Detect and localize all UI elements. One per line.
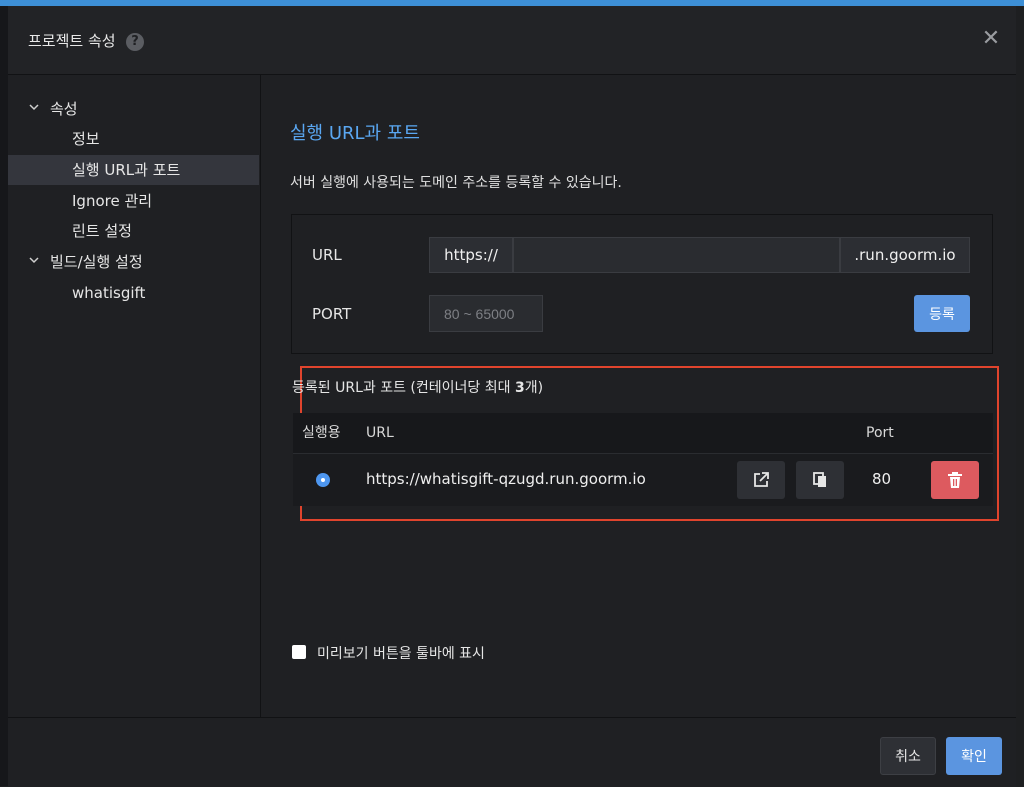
- page-description: 서버 실행에 사용되는 도메인 주소를 등록할 수 있습니다.: [290, 175, 622, 191]
- port-label: PORT: [312, 305, 352, 323]
- close-icon[interactable]: ✕: [980, 28, 1002, 50]
- url-prefix: https://: [429, 237, 513, 273]
- background-editor: [0, 0, 8, 786]
- sidebar-item-label: Ignore 관리: [72, 192, 153, 210]
- run-radio-selected[interactable]: [316, 473, 330, 487]
- url-label: URL: [312, 246, 342, 264]
- sidebar-item-lint[interactable]: 린트 설정: [8, 216, 259, 246]
- url-input[interactable]: [513, 237, 840, 273]
- trash-icon: [948, 472, 962, 488]
- sidebar-group-label: 속성: [50, 100, 78, 118]
- registered-list-title: 등록된 URL과 포트 (컨테이너당 최대 3개): [292, 377, 543, 397]
- sidebar-item-run-url-port[interactable]: 실행 URL과 포트: [8, 155, 259, 185]
- page-title: 실행 URL과 포트: [290, 123, 420, 144]
- question-circle-icon[interactable]: ?: [126, 33, 144, 51]
- sidebar-item-label: 정보: [72, 130, 100, 148]
- open-link-button[interactable]: [737, 461, 785, 499]
- dialog-title: 프로젝트 속성: [28, 32, 116, 50]
- sidebar-item-ignore[interactable]: Ignore 관리: [8, 186, 259, 216]
- sidebar-item-label: whatisgift: [72, 284, 146, 302]
- sidebar-group-properties[interactable]: 속성: [8, 94, 259, 124]
- sidebar-item-label: 실행 URL과 포트: [72, 161, 181, 179]
- preview-toolbar-checkbox[interactable]: [292, 645, 306, 659]
- url-port-form: URL https:// .run.goorm.io PORT 등록: [291, 214, 993, 354]
- column-header-run: 실행용: [302, 425, 341, 441]
- registered-title-prefix: 등록된 URL과 포트 (컨테이너당 최대: [292, 380, 515, 396]
- chevron-down-icon: [28, 94, 42, 124]
- copy-button[interactable]: [796, 461, 844, 499]
- dialog-header: 프로젝트 속성 ? ✕: [8, 6, 1016, 75]
- port-input[interactable]: [429, 295, 543, 332]
- cancel-button[interactable]: 취소: [880, 737, 936, 775]
- registered-title-suffix: 개): [524, 380, 544, 396]
- chevron-down-icon: [28, 247, 42, 277]
- confirm-button[interactable]: 확인: [946, 737, 1002, 775]
- sidebar-item-info[interactable]: 정보: [8, 124, 259, 154]
- project-properties-dialog: 프로젝트 속성 ? ✕ 속성 정보 실행 URL과 포트 Ignore 관리 린…: [8, 6, 1016, 787]
- registered-max-count: 3: [514, 380, 525, 396]
- row-url: https://whatisgift-qzugd.run.goorm.io: [366, 470, 646, 488]
- sidebar-group-label: 빌드/실행 설정: [50, 253, 143, 271]
- table-header: 실행용 URL Port: [293, 413, 993, 453]
- dialog-footer: 취소 확인: [8, 717, 1016, 787]
- column-header-url: URL: [366, 425, 394, 441]
- sidebar-item-whatisgift[interactable]: whatisgift: [8, 278, 259, 308]
- copy-icon: [813, 472, 826, 487]
- external-link-icon: [754, 472, 769, 487]
- column-header-port: Port: [866, 425, 894, 441]
- sidebar-group-build-run[interactable]: 빌드/실행 설정: [8, 247, 259, 277]
- table-row: https://whatisgift-qzugd.run.goorm.io 80: [293, 453, 993, 506]
- url-suffix: .run.goorm.io: [840, 237, 970, 273]
- settings-content: 실행 URL과 포트 서버 실행에 사용되는 도메인 주소를 등록할 수 있습니…: [261, 75, 1016, 717]
- preview-toolbar-label: 미리보기 버튼을 툴바에 표시: [317, 646, 485, 662]
- delete-button[interactable]: [931, 461, 979, 499]
- row-port: 80: [872, 470, 892, 488]
- settings-sidebar: 속성 정보 실행 URL과 포트 Ignore 관리 린트 설정 빌드/실행 설…: [8, 75, 261, 717]
- sidebar-item-label: 린트 설정: [72, 222, 132, 240]
- register-button[interactable]: 등록: [914, 295, 970, 332]
